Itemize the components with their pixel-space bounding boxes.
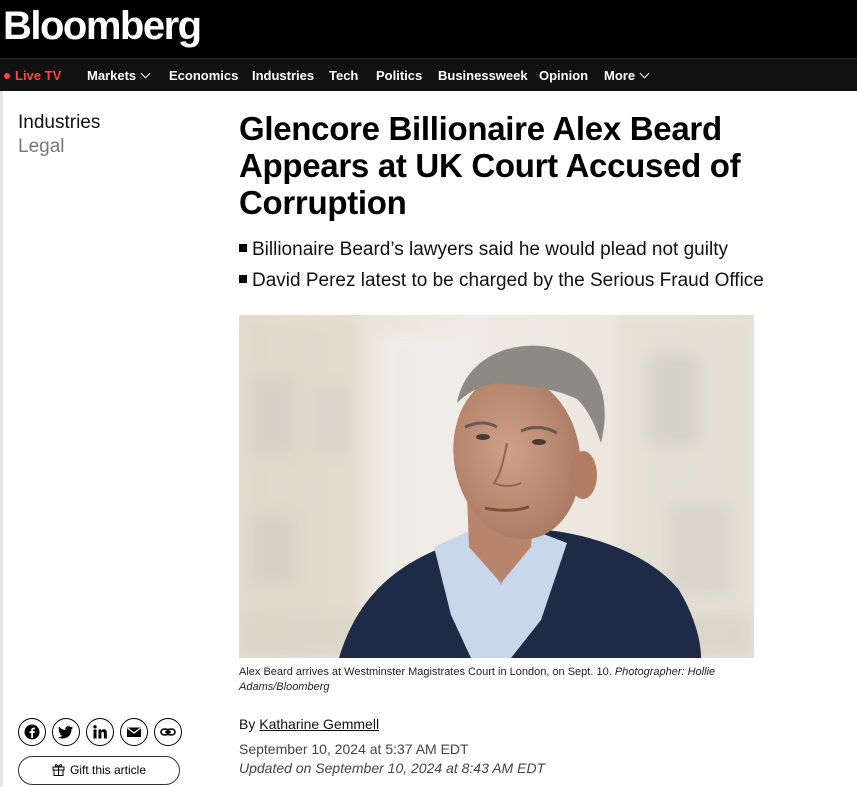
bullet-square-icon bbox=[239, 244, 247, 252]
facebook-icon[interactable] bbox=[18, 718, 46, 746]
link-icon[interactable] bbox=[154, 718, 182, 746]
portrait-illustration bbox=[239, 315, 754, 658]
live-dot-icon bbox=[4, 73, 10, 79]
published-date: September 10, 2024 at 5:37 AM EDT bbox=[239, 741, 469, 757]
nav-opinion[interactable]: Opinion bbox=[539, 59, 588, 92]
gift-article-button[interactable]: Gift this article bbox=[18, 756, 180, 785]
nav-markets[interactable]: Markets bbox=[87, 59, 151, 92]
article-summary: Billionaire Beard’s lawyers said he woul… bbox=[239, 234, 849, 296]
twitter-icon[interactable] bbox=[52, 718, 80, 746]
section-link-legal[interactable]: Legal bbox=[18, 136, 65, 158]
email-icon[interactable] bbox=[120, 718, 148, 746]
bloomberg-logo[interactable]: Bloomberg bbox=[3, 2, 202, 50]
nav-more[interactable]: More bbox=[604, 59, 650, 92]
author-link[interactable]: Katharine Gemmell bbox=[259, 716, 379, 732]
nav-politics[interactable]: Politics bbox=[376, 59, 422, 92]
nav-economics[interactable]: Economics bbox=[169, 59, 238, 92]
nav-live-tv[interactable]: Live TV bbox=[4, 59, 61, 92]
linkedin-icon[interactable] bbox=[86, 718, 114, 746]
article-headline: Glencore Billionaire Alex Beard Appears … bbox=[239, 110, 741, 221]
site-header: Bloomberg bbox=[0, 0, 857, 58]
chevron-down-icon bbox=[639, 68, 650, 79]
photo-caption: Alex Beard arrives at Westminster Magist… bbox=[239, 666, 716, 693]
section-link-industries[interactable]: Industries bbox=[18, 112, 100, 134]
main-nav: Live TV Markets Economics Industries Tec… bbox=[0, 58, 857, 91]
nav-tech[interactable]: Tech bbox=[329, 59, 358, 92]
updated-date: Updated on September 10, 2024 at 8:43 AM… bbox=[239, 760, 546, 776]
nav-industries[interactable]: Industries bbox=[252, 59, 314, 92]
bullet-square-icon bbox=[239, 275, 247, 283]
chevron-down-icon bbox=[140, 68, 151, 79]
nav-businessweek[interactable]: Businessweek bbox=[438, 59, 528, 92]
gift-icon bbox=[52, 764, 65, 776]
byline: By Katharine Gemmell bbox=[239, 716, 380, 732]
lead-photo bbox=[239, 315, 754, 658]
summary-bullet: Billionaire Beard’s lawyers said he woul… bbox=[239, 234, 849, 265]
page-edge-divider bbox=[0, 91, 3, 787]
summary-bullet: David Perez latest to be charged by the … bbox=[239, 265, 849, 296]
